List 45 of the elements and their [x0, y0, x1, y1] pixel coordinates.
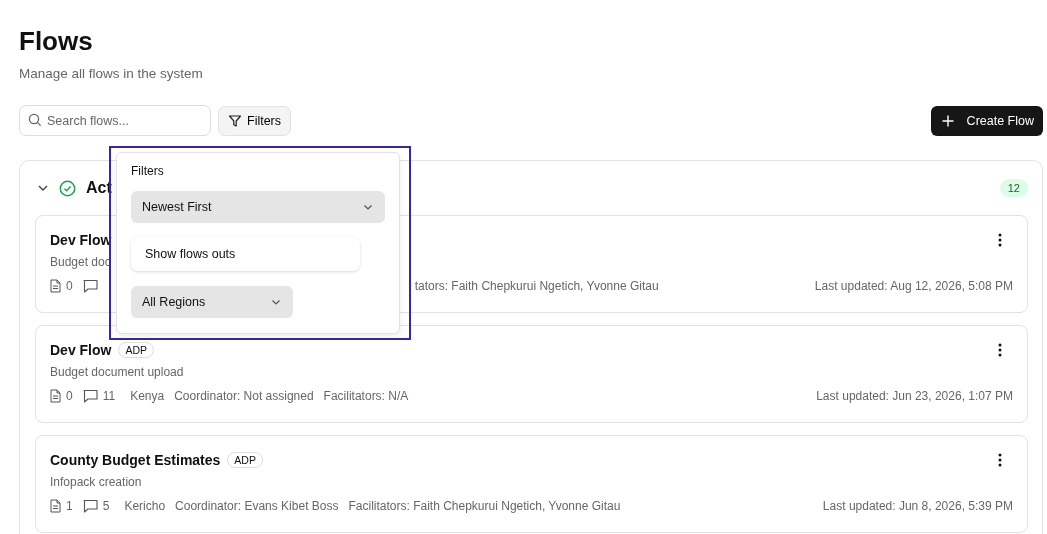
last-updated: Last updated: Jun 8, 2026, 5:39 PM [822, 499, 1013, 513]
more-options-icon[interactable] [998, 233, 1002, 247]
search-field[interactable]: Search flows... [19, 105, 211, 136]
chevron-icon [271, 297, 281, 307]
last-updated: Last updated: Aug 12, 2026, 5:08 PM [814, 279, 1013, 293]
comment-icon [82, 279, 98, 293]
more-options-icon[interactable] [998, 343, 1002, 357]
search-icon [28, 113, 42, 127]
sort-select[interactable]: Newest First [131, 191, 385, 223]
flow-region: Kericho [124, 499, 166, 513]
page-subtitle: Manage all flows in the system [19, 66, 204, 81]
comment-count: 5 [102, 499, 110, 513]
flow-title: Dev Flow [50, 342, 112, 358]
check-circle-icon [59, 179, 76, 197]
flow-coordinator: Coordinator: Not assigned [174, 389, 314, 403]
flow-facilitators: Facilitators: N/A [323, 389, 409, 403]
flow-facilitators: Facilitators: Faith Chepkurui Ngetich, Yvonne Gitau [348, 499, 621, 513]
popover-title: Filters [131, 164, 165, 178]
create-flow-button[interactable]: Create Flow [930, 105, 1043, 136]
flow-description: Budget document upload [50, 365, 185, 379]
document-icon [50, 389, 61, 403]
document-icon [50, 499, 61, 513]
comment-icon [82, 389, 98, 403]
flow-title: County Budget Estimates [50, 452, 221, 468]
funnel-icon [228, 113, 242, 128]
chevron-icon [363, 202, 373, 212]
show-flows-toggle[interactable]: Show flows outs [131, 237, 360, 271]
plus-icon [941, 114, 954, 127]
document-count: 0 [66, 389, 73, 403]
flow-coordinator: Coordinator: Evans Kibet Boss [175, 499, 339, 513]
count-badge: 12 [999, 179, 1028, 197]
flow-region: Kenya [130, 389, 165, 403]
document-icon [50, 279, 61, 293]
document-count: 1 [66, 499, 73, 513]
document-count: 0 [66, 279, 73, 293]
page-title: Flows [19, 26, 94, 56]
comment-icon [82, 499, 98, 513]
flow-description: Infopack creation [50, 475, 143, 489]
flow-card[interactable]: County Budget Estimates ADP Infopack creation 1 5 Kericho Coordinator: Evans Kibet Boss Facilitators: Faith Chepkurui Ngetich, Yvonne Gitau Last updated: Jun 8, 2026, 5:39 PM [35, 435, 1028, 533]
flow-facilitators: tators: Faith Chepkurui Ngetich, Yvonne Gitau [414, 279, 659, 293]
more-options-icon[interactable] [998, 453, 1002, 467]
region-select[interactable]: All Regions [131, 286, 293, 318]
filters-button[interactable]: Filters [218, 105, 292, 136]
last-updated: Last updated: Jun 23, 2026, 1:07 PM [816, 389, 1013, 403]
comment-count: 11 [102, 389, 116, 403]
